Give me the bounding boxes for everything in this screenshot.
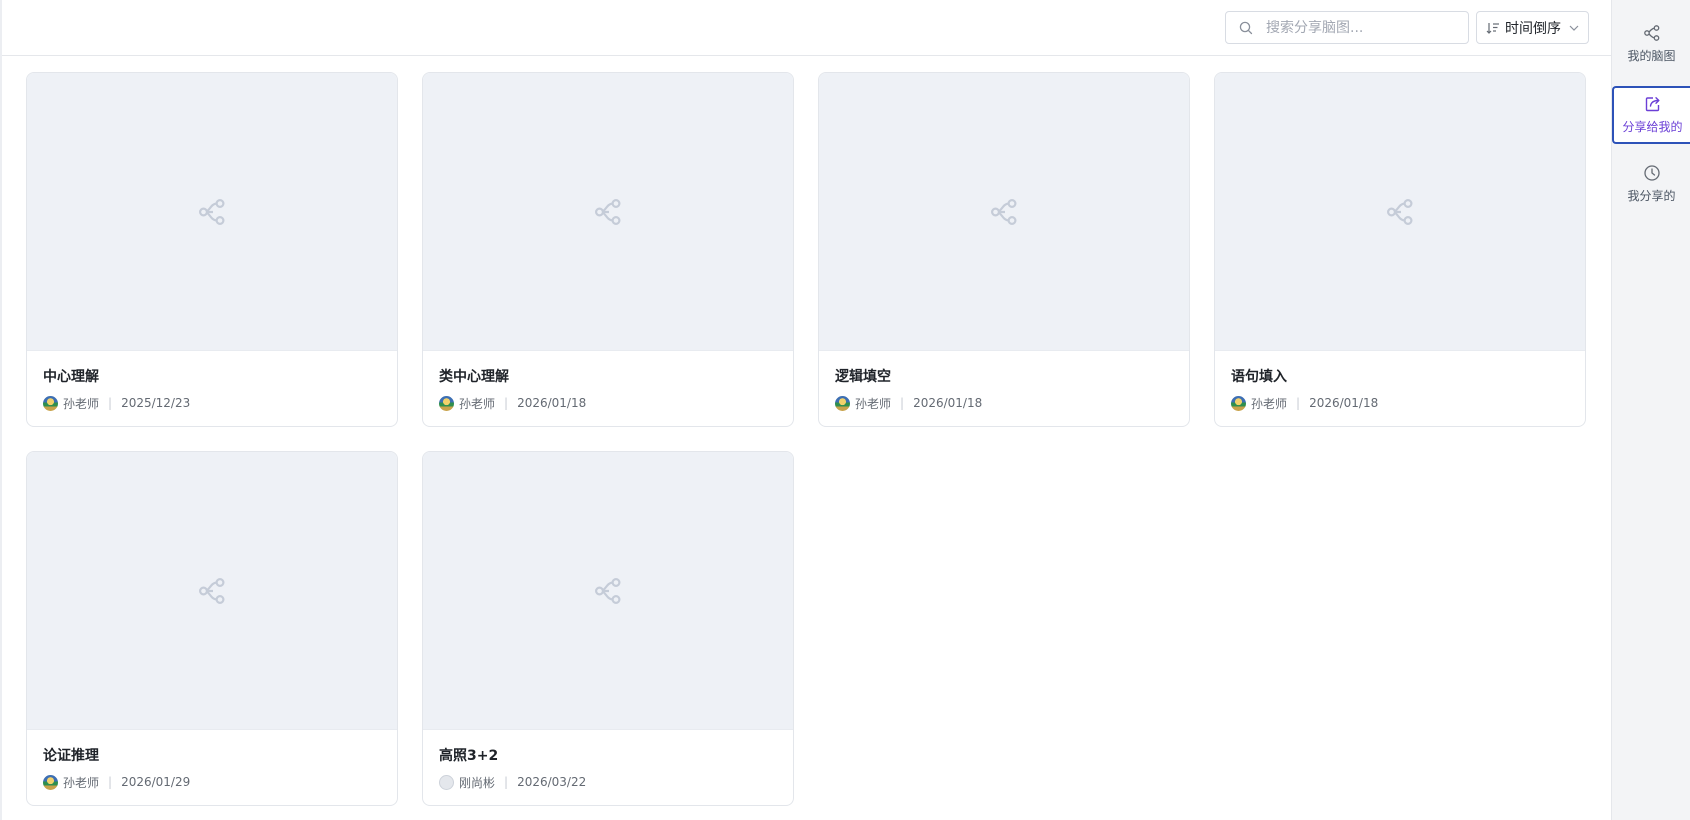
- card-title: 类中心理解: [439, 369, 509, 385]
- clock-icon: [1643, 165, 1660, 181]
- card-title: 语句填入: [1231, 369, 1287, 385]
- mindmap-thumbnail: [27, 73, 397, 351]
- mindmap-card[interactable]: 类中心理解孙老师 | 2026/01/18: [422, 72, 794, 427]
- card-info: 逻辑填空孙老师 | 2026/01/18: [819, 351, 1189, 413]
- meta-divider: |: [1296, 396, 1301, 410]
- card-date: 2026/03/22: [517, 775, 587, 789]
- mindmap-card[interactable]: 高照3+2 刚尚彬 | 2026/03/22: [422, 451, 794, 806]
- share-nodes-icon: [1643, 25, 1659, 41]
- avatar: [835, 395, 850, 411]
- mindmap-card[interactable]: 逻辑填空孙老师 | 2026/01/18: [818, 72, 1190, 427]
- meta-divider: |: [504, 396, 509, 410]
- mindmap-placeholder-icon: [198, 198, 225, 225]
- mindmap-placeholder-icon: [594, 577, 621, 604]
- meta-divider: |: [900, 396, 905, 410]
- mindmap-thumbnail: [423, 452, 793, 730]
- mindmap-thumbnail: [1215, 73, 1585, 351]
- card-date: 2026/01/18: [1309, 396, 1379, 410]
- mindmap-card[interactable]: 语句填入孙老师 | 2026/01/18: [1214, 72, 1586, 427]
- card-author: 孙老师: [63, 775, 100, 790]
- card-meta: 孙老师 | 2026/01/18: [1231, 393, 1585, 413]
- mindmap-placeholder-icon: [990, 198, 1017, 225]
- card-author: 孙老师: [1251, 396, 1288, 411]
- card-author: 孙老师: [855, 396, 892, 411]
- sidebar-item-my-mindmaps[interactable]: 我的脑图: [1612, 17, 1690, 75]
- mindmap-placeholder-icon: [1386, 198, 1413, 225]
- card-meta: 孙老师 | 2026/01/18: [439, 393, 793, 413]
- sidebar-item-label: 我分享的: [1627, 189, 1676, 203]
- avatar: [43, 395, 58, 411]
- card-date: 2025/12/23: [121, 396, 191, 410]
- mindmap-card[interactable]: 中心理解孙老师 | 2025/12/23: [26, 72, 398, 427]
- card-title: 逻辑填空: [835, 369, 891, 385]
- meta-divider: |: [504, 775, 509, 789]
- sort-label: 时间倒序: [1505, 20, 1561, 37]
- card-title: 论证推理: [43, 748, 99, 764]
- avatar: [439, 395, 454, 411]
- card-info: 高照3+2 刚尚彬 | 2026/03/22: [423, 730, 793, 792]
- card-info: 类中心理解孙老师 | 2026/01/18: [423, 351, 793, 413]
- avatar: [1231, 395, 1246, 411]
- card-title: 高照3+2: [439, 748, 499, 764]
- card-meta: 孙老师 | 2026/01/29: [43, 772, 397, 792]
- card-meta: 孙老师 | 2025/12/23: [43, 393, 397, 413]
- search-icon: [1239, 21, 1253, 34]
- card-date: 2026/01/18: [517, 396, 587, 410]
- card-info: 语句填入孙老师 | 2026/01/18: [1215, 351, 1585, 413]
- main-area: 时间倒序 中心理解孙老师 | 2025/12/23 类中心理解孙老师 | 2026/01…: [0, 0, 1611, 820]
- mindmap-card[interactable]: 论证推理孙老师 | 2026/01/29: [26, 451, 398, 806]
- search-input[interactable]: [1266, 19, 1456, 36]
- sidebar-item-shared-with-me[interactable]: 分享给我的: [1612, 86, 1690, 144]
- mindmap-thumbnail: [819, 73, 1189, 351]
- sort-dropdown[interactable]: 时间倒序: [1476, 11, 1589, 44]
- card-author: 孙老师: [459, 396, 496, 411]
- mindmap-thumbnail: [423, 73, 793, 351]
- card-date: 2026/01/18: [913, 396, 983, 410]
- sidebar-item-my-shared[interactable]: 我分享的: [1612, 157, 1690, 215]
- meta-divider: |: [108, 396, 113, 410]
- mindmap-thumbnail: [27, 452, 397, 730]
- meta-divider: |: [108, 775, 113, 789]
- sidebar-item-label: 我的脑图: [1627, 49, 1676, 63]
- top-bar: 时间倒序: [2, 0, 1611, 56]
- right-sidebar: 我的脑图 分享给我的 我分享的: [1611, 0, 1690, 820]
- search-box[interactable]: [1225, 11, 1469, 44]
- card-info: 中心理解孙老师 | 2025/12/23: [27, 351, 397, 413]
- mindmap-placeholder-icon: [594, 198, 621, 225]
- card-author: 孙老师: [63, 396, 100, 411]
- app: 时间倒序 中心理解孙老师 | 2025/12/23 类中心理解孙老师 | 2026/01…: [0, 0, 1690, 820]
- sort-descending-icon: [1486, 22, 1499, 34]
- mindmap-placeholder-icon: [198, 577, 225, 604]
- card-meta: 孙老师 | 2026/01/18: [835, 393, 1189, 413]
- card-meta: 刚尚彬 | 2026/03/22: [439, 772, 793, 792]
- card-info: 论证推理孙老师 | 2026/01/29: [27, 730, 397, 792]
- share-out-icon: [1645, 97, 1660, 112]
- card-date: 2026/01/29: [121, 775, 191, 789]
- card-title: 中心理解: [43, 369, 99, 385]
- avatar: [43, 774, 58, 790]
- sidebar-item-label: 分享给我的: [1622, 120, 1683, 134]
- chevron-down-icon: [1569, 25, 1579, 31]
- mindmap-grid: 中心理解孙老师 | 2025/12/23 类中心理解孙老师 | 2026/01/18 逻…: [26, 72, 1589, 806]
- avatar: [439, 774, 454, 790]
- card-author: 刚尚彬: [459, 775, 496, 790]
